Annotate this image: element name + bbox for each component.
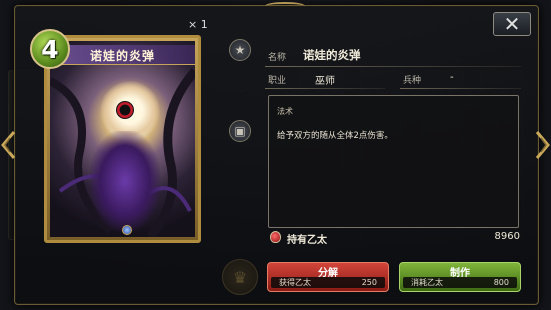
ether-balance: 持有乙太 8960	[270, 230, 520, 246]
panel-ornament	[265, 2, 305, 10]
divider	[265, 66, 521, 67]
card-gem-icon	[122, 225, 132, 235]
card-figure	[90, 131, 160, 231]
card-name-bar: 诺娃的炎弹	[50, 45, 195, 65]
dismantle-reward: 获得乙太 250	[271, 277, 385, 288]
card-eye	[116, 101, 134, 119]
craft-cost: 消耗乙太 800	[403, 277, 517, 288]
divider	[400, 88, 521, 89]
card-voice-icon[interactable]: ▣	[229, 120, 251, 142]
copies-count: × 1	[188, 18, 208, 31]
card-illustration: 诺娃的炎弹	[50, 41, 195, 237]
dismantle-button[interactable]: 分解 获得乙太 250	[267, 262, 389, 292]
card-description: 给予双方的随从全体2点伤害。	[277, 131, 393, 141]
name-value: 诺娃的炎弹	[303, 48, 361, 62]
dismantle-sub-value: 250	[361, 278, 377, 287]
divider	[265, 88, 385, 89]
tribe-label: 兵种	[403, 76, 422, 86]
card-type-tag: 法术	[277, 107, 293, 116]
trophy-icon: ♛	[222, 259, 258, 295]
chevron-right-icon	[535, 131, 550, 159]
cost-gem: 4	[30, 29, 70, 69]
card-art[interactable]: 诺娃的炎弹	[44, 35, 201, 243]
card-cost: 4	[41, 34, 59, 64]
class-label: 职业	[268, 76, 287, 86]
name-label: 名称	[268, 53, 287, 63]
close-icon: ✕	[503, 12, 521, 36]
prev-card-arrow[interactable]	[0, 130, 16, 160]
dismantle-sub-label: 获得乙太	[279, 278, 311, 287]
class-value: 巫师	[315, 76, 335, 87]
next-card-arrow[interactable]	[535, 130, 551, 160]
craft-sub-label: 消耗乙太	[411, 278, 443, 287]
star-icon[interactable]: ★	[229, 39, 251, 61]
ether-value: 8960	[494, 231, 520, 242]
craft-button[interactable]: 制作 消耗乙太 800	[399, 262, 521, 292]
tribe-value: -	[450, 72, 454, 83]
craft-sub-value: 800	[493, 278, 509, 287]
card-name: 诺娃的炎弹	[90, 49, 156, 63]
description-box: 法术 给予双方的随从全体2点伤害。	[268, 95, 519, 228]
ether-icon	[270, 231, 281, 243]
ether-label: 持有乙太	[287, 235, 327, 246]
chevron-left-icon	[1, 131, 16, 159]
close-button[interactable]: ✕	[493, 12, 531, 36]
